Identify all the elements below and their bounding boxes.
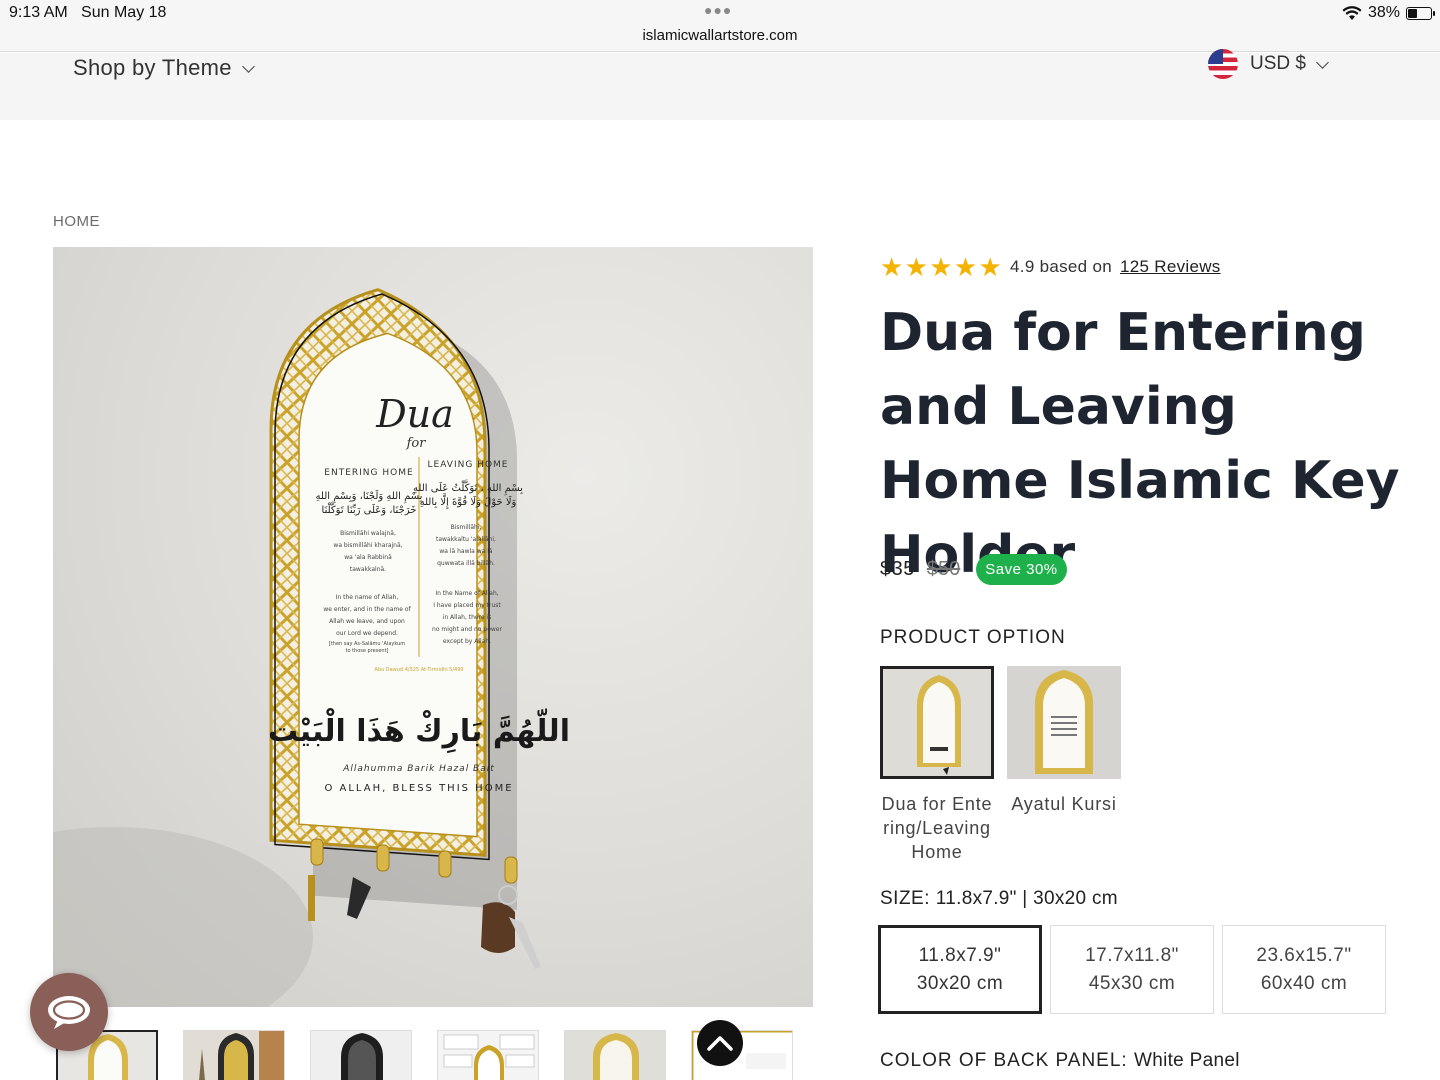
size-label: SIZE: 11.8x7.9" | 30x20 cm — [880, 888, 1118, 910]
panel-title-for: for — [406, 436, 427, 451]
nav-shop-by-theme[interactable]: Shop by Theme — [73, 55, 255, 81]
panel-left-meaning-5: [then say As-Salāmu 'Alaykum — [329, 641, 405, 647]
panel-title-dua: Dua — [375, 392, 454, 436]
panel-right-meaning-5: except by Allah. — [443, 638, 491, 645]
breadcrumb-home[interactable]: HOME — [53, 213, 100, 230]
panel-heading-entering: ENTERING HOME — [324, 468, 413, 478]
size-label-key: SIZE: — [880, 888, 931, 909]
size-inches: 23.6x15.7" — [1256, 944, 1352, 966]
product-main-image[interactable]: Dua for ENTERING HOME LEAVING HOME بِسْم… — [53, 247, 813, 1007]
size-options: 11.8x7.9" 30x20 cm 17.7x11.8" 45x30 cm 2… — [878, 925, 1386, 1014]
panel-left-meaning-1: In the name of Allah, — [336, 594, 399, 601]
status-date: Sun May 18 — [81, 4, 167, 21]
color-label-key: COLOR OF BACK PANEL: — [880, 1050, 1128, 1071]
panel-left-arabic-1: بِسْمِ اللهِ وَلَجْنَا، وَبِسْمِ اللهِ — [316, 489, 423, 504]
panel-right-meaning-2: I have placed my trust — [433, 602, 501, 609]
thumbnail-3[interactable] — [310, 1030, 412, 1080]
rating-stars: ★ ★ ★ ★ ★ — [880, 254, 1002, 280]
size-option-30x20[interactable]: 11.8x7.9" 30x20 cm — [878, 925, 1042, 1014]
size-cm: 30x20 cm — [916, 972, 1004, 994]
panel-left-meaning-2: we enter, and in the name of — [323, 606, 411, 613]
color-label-value: White Panel — [1133, 1050, 1240, 1071]
thumbnail-2[interactable] — [183, 1030, 285, 1080]
product-option-list: Dua for Entering/Leaving Home Ayatul Kur… — [880, 666, 1121, 864]
thumbnail-strip — [56, 1030, 793, 1080]
currency-selector[interactable]: USD $ — [1208, 49, 1329, 79]
panel-arabic-bless: اللّهُمَّ بَارِكْ هَذَا الْبَيْت — [268, 708, 570, 754]
chevron-down-icon — [241, 59, 255, 73]
size-cm: 45x30 cm — [1088, 972, 1176, 994]
size-option-60x40[interactable]: 23.6x15.7" 60x40 cm — [1222, 925, 1386, 1014]
size-option-45x30[interactable]: 17.7x11.8" 45x30 cm — [1050, 925, 1214, 1014]
site-header: Shop by Theme USD $ — [0, 49, 1440, 120]
panel-right-translit-4: quwwata illā billāh. — [437, 560, 495, 567]
save-badge: Save 30% — [976, 554, 1067, 585]
panel-left-translit-1: Bismillāhi walajnā, — [340, 530, 396, 537]
star-icon: ★ — [953, 252, 978, 282]
panel-left-translit-3: wa 'ala Rabbinā — [344, 554, 392, 561]
star-icon: ★ — [929, 252, 953, 282]
star-icon: ★ — [880, 252, 904, 282]
panel-left-translit-2: wa bismillāhi kharajnā, — [333, 542, 402, 549]
scroll-to-top-button[interactable] — [697, 1020, 743, 1066]
panel-left-meaning-4: our Lord we depend. — [336, 630, 398, 637]
option-dua-entering-leaving[interactable]: Dua for Entering/Leaving Home — [880, 666, 994, 864]
status-bar: 9:13 AM Sun May 18 ●●● islamicwallartsto… — [0, 0, 1440, 52]
nav-shop-by-theme-label: Shop by Theme — [73, 55, 232, 80]
address-bar-url[interactable]: islamicwallartstore.com — [0, 27, 1440, 44]
arrow-up-icon — [707, 1036, 733, 1051]
option-image — [1007, 666, 1121, 779]
wifi-icon — [1342, 5, 1362, 20]
multitasking-dots-icon[interactable]: ●●● — [704, 2, 732, 18]
panel-right-translit-1: Bismillāhi, — [451, 524, 482, 531]
battery-percent: 38% — [1367, 4, 1400, 21]
panel-left-meaning-6: to those present] — [345, 648, 388, 654]
chevron-down-icon — [1316, 55, 1329, 69]
thumbnail-4[interactable] — [437, 1030, 539, 1080]
panel-left-meaning-3: Allah we leave, and upon — [329, 618, 405, 625]
panel-refs: Abu Dawud 4/325 At-Tirmidhi 5/490 — [374, 667, 463, 673]
size-inches: 11.8x7.9" — [918, 944, 1002, 966]
chat-button[interactable] — [30, 973, 108, 1051]
rating-text: 4.9 based on — [1010, 257, 1112, 276]
size-inches: 17.7x11.8" — [1085, 944, 1179, 966]
option-name: Ayatul Kursi — [1011, 794, 1117, 814]
panel-bless-english: O ALLAH, BLESS THIS HOME — [324, 783, 513, 794]
thumbnail-5[interactable] — [564, 1030, 666, 1080]
status-time-date: 9:13 AM Sun May 18 — [9, 4, 166, 22]
battery-icon — [1406, 6, 1435, 20]
reviews-link[interactable]: 125 Reviews — [1120, 257, 1221, 277]
option-image — [880, 666, 994, 779]
option-ayatul-kursi[interactable]: Ayatul Kursi — [1007, 666, 1121, 864]
panel-right-meaning-3: in Allah, there is — [443, 614, 492, 621]
option-name: Dua for Entering/Leaving Home — [881, 794, 993, 862]
panel-right-meaning-4: no might and no power — [432, 626, 502, 633]
star-icon: ★ — [978, 252, 1003, 282]
panel-heading-leaving: LEAVING HOME — [428, 460, 509, 470]
us-flag-icon — [1208, 49, 1238, 79]
status-time: 9:13 AM — [9, 4, 68, 21]
panel-right-translit-2: tawakkaltu 'alallāhi, — [436, 536, 496, 543]
panel-left-translit-4: tawakkalnā. — [350, 566, 386, 573]
compare-price: $50 — [926, 558, 961, 580]
panel-right-translit-3: wa lā hawla wa lā — [439, 548, 493, 555]
price-row: $35 $50 Save 30% — [880, 554, 1067, 585]
currency-label: USD $ — [1250, 53, 1306, 74]
product-rating: ★ ★ ★ ★ ★ 4.9 based on 125 Reviews — [880, 254, 1221, 280]
panel-right-meaning-1: In the Name of Allah, — [435, 590, 498, 597]
star-icon: ★ — [904, 252, 929, 282]
color-label: COLOR OF BACK PANEL: White Panel — [880, 1050, 1240, 1072]
sale-price: $35 — [880, 558, 915, 580]
size-cm: 60x40 cm — [1260, 972, 1348, 994]
panel-bless-translit: Allahumma Barik Hazal Bait — [342, 764, 495, 774]
product-photo: Dua for ENTERING HOME LEAVING HOME بِسْم… — [53, 288, 570, 1007]
status-right: 38% — [1342, 4, 1435, 22]
product-title: Dua for Entering and Leaving Home Islami… — [880, 303, 1400, 585]
chat-icon — [48, 996, 90, 1029]
product-option-label: PRODUCT OPTION — [880, 627, 1066, 648]
size-label-value: 11.8x7.9" | 30x20 cm — [935, 888, 1118, 909]
